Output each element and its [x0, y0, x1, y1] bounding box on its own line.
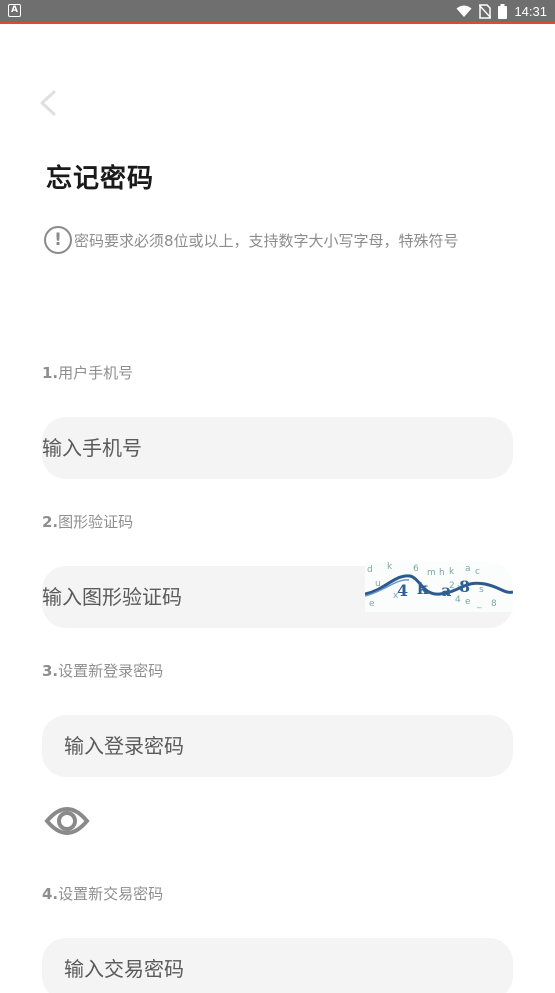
svg-text:h: h: [439, 568, 445, 578]
svg-text:k: k: [387, 562, 393, 572]
svg-text:4: 4: [397, 581, 408, 600]
svg-text:d: d: [367, 565, 373, 575]
status-bar: A 14:31: [0, 0, 555, 24]
phone-label: 1.用户手机号: [42, 362, 133, 383]
svg-text:4: 4: [455, 595, 461, 605]
svg-text:k: k: [417, 579, 429, 598]
svg-text:k: k: [449, 567, 455, 577]
svg-text:6: 6: [413, 564, 419, 574]
clock: 14:31: [514, 3, 547, 19]
login-password-label-num: 3.: [42, 662, 59, 680]
captcha-input[interactable]: [42, 566, 362, 628]
eye-icon[interactable]: [44, 799, 90, 843]
svg-text:8: 8: [459, 577, 470, 596]
battery-icon: [498, 3, 508, 19]
trade-password-label: 4.设置新交易密码: [42, 883, 163, 904]
login-password-label: 3.设置新登录密码: [42, 660, 163, 681]
phone-input[interactable]: [42, 417, 513, 479]
back-arrow-icon[interactable]: [34, 88, 64, 118]
phone-label-num: 1.: [42, 364, 59, 382]
trade-password-input[interactable]: [64, 938, 513, 993]
svg-text:s: s: [479, 585, 484, 595]
captcha-field[interactable]: dk6 mhk ace x4e s8_ 2xu 4ka8: [42, 562, 513, 628]
notification-icon: A: [8, 4, 21, 17]
captcha-image[interactable]: dk6 mhk ace x4e s 8 _ 2xu 4ka8: [365, 562, 513, 612]
login-password-input[interactable]: [64, 715, 513, 777]
trade-password-label-num: 4.: [42, 885, 59, 903]
svg-text:e: e: [465, 597, 471, 607]
svg-text:m: m: [427, 568, 436, 578]
page-title: 忘记密码: [46, 164, 155, 194]
svg-text:8: 8: [491, 599, 497, 609]
exclamation-circle-icon: !: [44, 226, 72, 254]
phone-field[interactable]: [42, 417, 513, 479]
login-password-field[interactable]: [42, 715, 513, 777]
captcha-label: 2.图形验证码: [42, 511, 133, 532]
trade-password-field[interactable]: [42, 938, 513, 993]
wifi-icon: [456, 5, 472, 17]
no-sim-icon: [479, 3, 492, 19]
password-hint: ! 密码要求必须8位或以上，支持数字大小写字母，特殊符号: [44, 226, 459, 254]
svg-text:a: a: [441, 581, 451, 600]
status-icons: 14:31: [456, 2, 547, 20]
login-password-label-text: 设置新登录密码: [58, 662, 164, 680]
captcha-noise: dk6 mhk a ce x4e s8_ 2 xu 4ka8: [365, 562, 513, 612]
status-accent-line: [0, 22, 555, 24]
captcha-label-text: 图形验证码: [58, 513, 134, 531]
captcha-label-num: 2.: [42, 513, 59, 531]
svg-text:a: a: [465, 564, 471, 574]
svg-text:c: c: [475, 567, 480, 577]
hint-text: 密码要求必须8位或以上，支持数字大小写字母，特殊符号: [74, 231, 459, 250]
svg-text:_: _: [476, 599, 482, 609]
svg-text:e: e: [369, 599, 375, 609]
phone-label-text: 用户手机号: [58, 364, 134, 382]
trade-password-label-text: 设置新交易密码: [58, 885, 164, 903]
